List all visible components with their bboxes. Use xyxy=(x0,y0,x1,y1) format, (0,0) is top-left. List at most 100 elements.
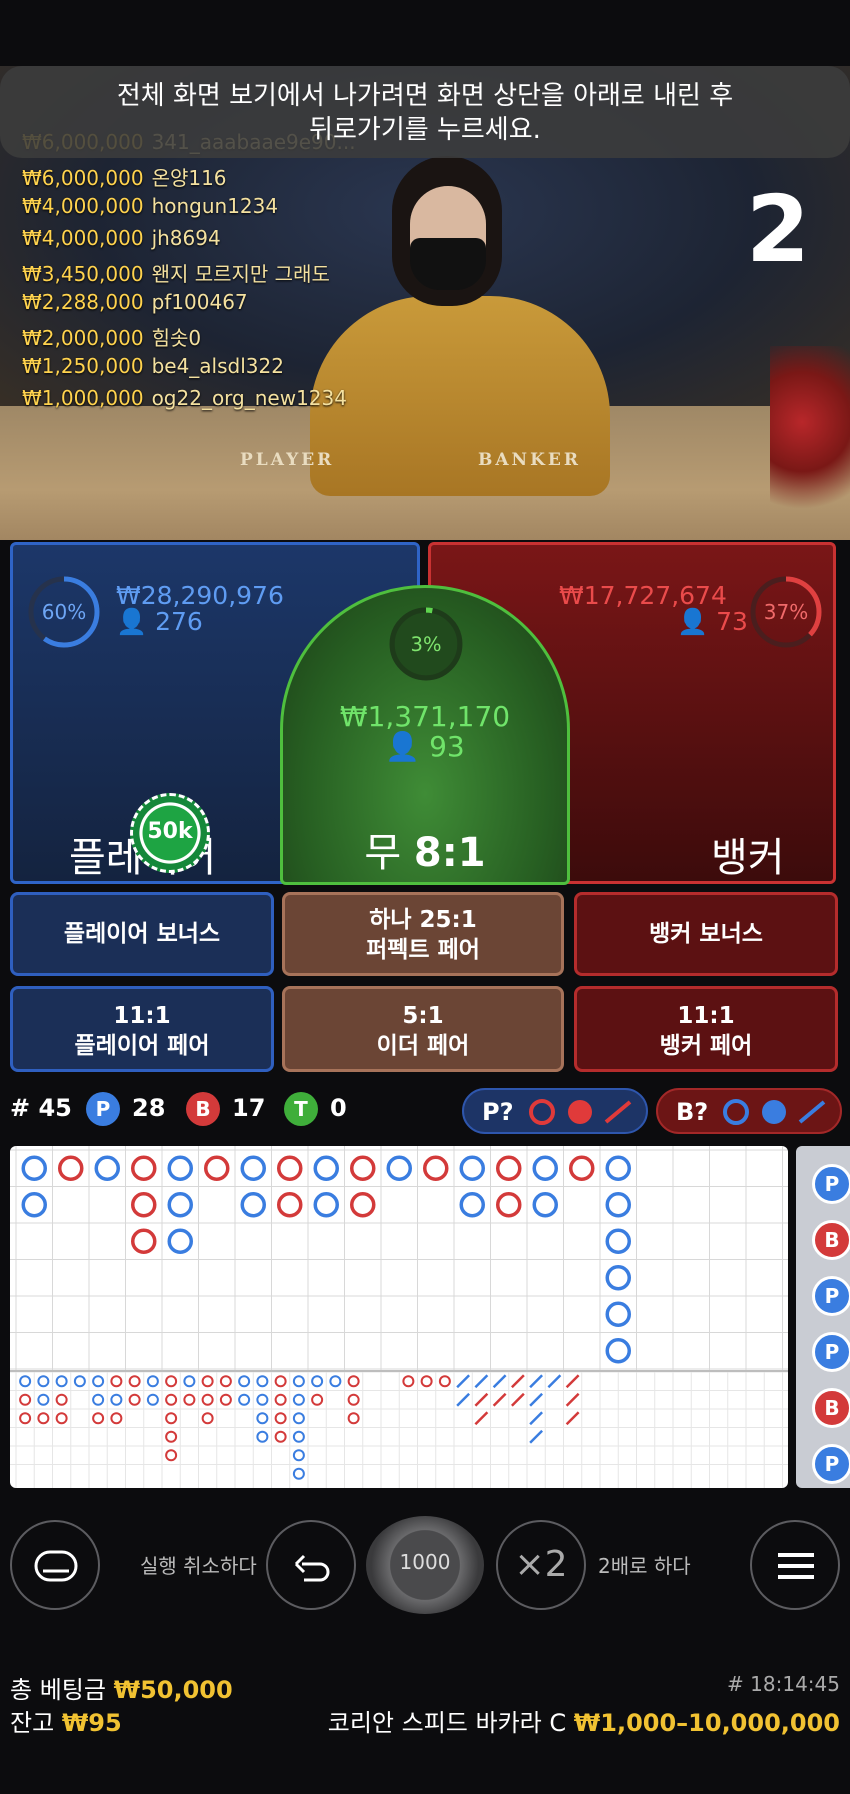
ask-player-button[interactable]: P? xyxy=(462,1088,648,1134)
big-road-mark xyxy=(496,1192,522,1218)
placed-chip[interactable]: 50k xyxy=(130,793,210,873)
bead-road-mark xyxy=(402,1375,415,1388)
bead-road-mark xyxy=(128,1393,141,1406)
flower-decoration xyxy=(770,346,850,536)
double-icon: ×2 xyxy=(514,1544,568,1585)
bead-road-mark xyxy=(474,1411,489,1426)
tie-payout: 8:1 xyxy=(413,830,486,876)
chip-selector[interactable]: 1000 xyxy=(366,1516,484,1614)
bead-road-mark xyxy=(456,1374,471,1389)
bead-road-mark xyxy=(146,1375,159,1388)
big-road-mark xyxy=(605,1192,631,1218)
banker-total: ₩17,727,674 xyxy=(559,581,727,610)
bead-road-mark xyxy=(110,1412,123,1425)
big-road-mark xyxy=(131,1192,157,1218)
banker-wins-count: 17 xyxy=(232,1094,266,1122)
hamburger-icon xyxy=(778,1553,814,1579)
undo-label: 실행 취소하다 xyxy=(140,1554,257,1578)
stats-row: # 45 P 28 B 17 T 0 P? B? xyxy=(0,1088,850,1134)
banker-percent: 37% xyxy=(764,600,808,624)
big-road-mark xyxy=(313,1192,339,1218)
big-road-mark xyxy=(605,1155,631,1181)
bead-road-mark xyxy=(292,1430,305,1443)
big-road-mark xyxy=(496,1155,522,1181)
winner-row: ₩6,000,000 온양116 xyxy=(22,162,227,191)
big-road-mark xyxy=(532,1192,558,1218)
winner-amount: ₩2,288,000 xyxy=(22,290,144,314)
banker-bonus-button[interactable]: 뱅커 보너스 xyxy=(574,892,838,976)
road-side-entry: B xyxy=(812,1388,850,1428)
person-icon: 👤 xyxy=(116,607,148,636)
winner-name: 힘솟0 xyxy=(151,326,202,350)
perfect-pair-button[interactable]: 하나 25:1 퍼펙트 페어 xyxy=(282,892,564,976)
table-name: 코리안 스피드 바카라 C xyxy=(327,1709,567,1737)
chip-value: 1000 xyxy=(399,1550,451,1574)
big-road-mark xyxy=(605,1228,631,1254)
bead-road-mark xyxy=(292,1467,305,1480)
winner-amount: ₩3,450,000 xyxy=(22,262,144,286)
winner-name: 왠지 모르지만 그래도 xyxy=(151,262,330,286)
table-player-text: PLAYER xyxy=(240,450,335,470)
winner-amount: ₩4,000,000 xyxy=(22,194,144,218)
bead-road-mark xyxy=(165,1430,178,1443)
main-bet-area: 60% ₩28,290,976 👤 276 플레이어 37% ₩17,727,6… xyxy=(0,540,850,885)
winner-amount: ₩4,000,000 xyxy=(22,226,144,250)
bead-road-mark xyxy=(474,1374,489,1389)
round-number: 2 xyxy=(745,176,810,283)
winner-name: be4_alsdl322 xyxy=(151,354,284,378)
bead-road-mark xyxy=(256,1430,269,1443)
total-bet-label: 총 베팅금 xyxy=(10,1676,106,1704)
big-road-mark xyxy=(459,1155,485,1181)
bead-road-mark xyxy=(547,1374,562,1389)
player-count-row: 👤 276 xyxy=(116,607,203,637)
big-road-mark xyxy=(131,1155,157,1181)
double-label: 2배로 하다 xyxy=(598,1554,691,1578)
bead-road-mark xyxy=(311,1393,324,1406)
ask-banker-button[interactable]: B? xyxy=(656,1088,842,1134)
big-road-mark xyxy=(350,1192,376,1218)
banner-line-2: 뒤로가기를 누르세요. xyxy=(309,115,541,145)
tie-bet-spot[interactable]: 3% ₩1,371,170 👤 93 무 8:1 xyxy=(280,585,570,885)
bead-road-mark xyxy=(110,1375,123,1388)
player-pair-button[interactable]: 11:1 플레이어 페어 xyxy=(10,986,274,1072)
double-button[interactable]: ×2 xyxy=(496,1520,586,1610)
winner-row: ₩4,000,000 jh8694 xyxy=(22,226,221,250)
big-road-mark xyxy=(277,1155,303,1181)
lobby-button[interactable] xyxy=(10,1520,100,1610)
bead-road-mark xyxy=(110,1393,123,1406)
table-limits: ₩1,000–10,000,000 xyxy=(573,1709,840,1737)
bead-road-mark xyxy=(219,1375,232,1388)
winner-row: ₩2,000,000 힘솟0 xyxy=(22,322,201,351)
bead-road-mark xyxy=(510,1374,525,1389)
road-side-panel[interactable]: PBPPBP xyxy=(796,1146,850,1488)
bead-road-mark xyxy=(529,1411,544,1426)
tie-label-row: 무 8:1 xyxy=(283,820,567,878)
balance-row: 잔고 ₩95 xyxy=(10,1703,122,1738)
bead-road-mark xyxy=(292,1412,305,1425)
banker-count: 73 xyxy=(716,607,748,636)
person-icon: 👤 xyxy=(677,607,709,636)
bead-road-mark xyxy=(492,1374,507,1389)
banker-pair-button[interactable]: 11:1 뱅커 페어 xyxy=(574,986,838,1072)
winner-row: ₩2,288,000 pf100467 xyxy=(22,290,248,314)
bead-road-mark xyxy=(420,1375,433,1388)
bead-road-mark xyxy=(55,1393,68,1406)
clock: # 18:14:45 xyxy=(727,1672,840,1696)
bead-road-mark xyxy=(274,1393,287,1406)
big-road-mark xyxy=(277,1192,303,1218)
player-total: ₩28,290,976 xyxy=(116,581,284,610)
player-bonus-button[interactable]: 플레이어 보너스 xyxy=(10,892,274,976)
big-road-mark xyxy=(58,1155,84,1181)
menu-button[interactable] xyxy=(750,1520,840,1610)
table-banker-text: BANKER xyxy=(478,450,581,470)
bead-road-mark xyxy=(529,1374,544,1389)
big-road-mark xyxy=(167,1228,193,1254)
undo-button[interactable] xyxy=(266,1520,356,1610)
bead-road-mark xyxy=(529,1429,544,1444)
ask-banker-preview-icons xyxy=(723,1099,826,1125)
either-pair-button[interactable]: 5:1 이더 페어 xyxy=(282,986,564,1072)
winner-amount: ₩1,000,000 xyxy=(22,386,144,410)
bead-road-mark xyxy=(274,1412,287,1425)
balance-label: 잔고 xyxy=(10,1709,55,1737)
total-bet-row: 총 베팅금 ₩50,000 xyxy=(10,1670,233,1705)
